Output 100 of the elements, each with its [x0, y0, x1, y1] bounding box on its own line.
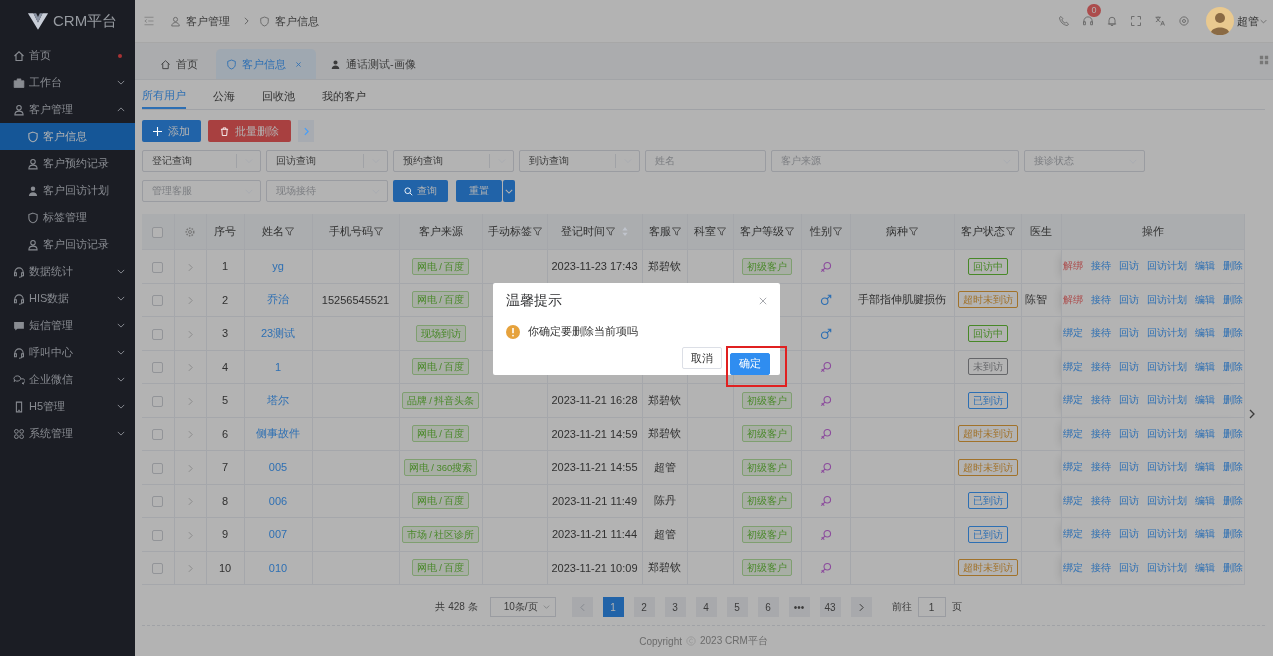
expand-icon[interactable]: [187, 497, 193, 507]
toolbar-button[interactable]: 添加: [142, 120, 201, 142]
filter-icon[interactable]: [717, 227, 726, 236]
checkbox[interactable]: [152, 261, 164, 273]
expand-icon[interactable]: [187, 363, 193, 373]
sidebar-item[interactable]: 首页: [0, 42, 135, 69]
action-link[interactable]: 绑定: [1062, 461, 1083, 475]
action-link[interactable]: 回访计划: [1146, 394, 1187, 408]
checkbox[interactable]: [152, 496, 164, 508]
action-link[interactable]: 删除: [1222, 327, 1243, 341]
sidebar-item[interactable]: 标签管理: [0, 204, 135, 231]
avatar[interactable]: [1206, 7, 1234, 35]
checkbox[interactable]: [152, 529, 164, 541]
select-field[interactable]: 到访查询: [519, 150, 640, 172]
action-link[interactable]: 接待: [1090, 528, 1111, 542]
expand-icon[interactable]: [187, 430, 193, 440]
action-link[interactable]: 回访: [1118, 461, 1139, 475]
action-link[interactable]: 绑定: [1062, 494, 1083, 508]
sidebar-item[interactable]: 呼叫中心: [0, 339, 135, 366]
page-tab[interactable]: 客户信息: [216, 49, 316, 79]
page-tab[interactable]: 首页: [150, 49, 212, 79]
action-link[interactable]: 绑定: [1062, 561, 1083, 575]
action-link[interactable]: 编辑: [1194, 494, 1215, 508]
action-link[interactable]: 删除: [1222, 360, 1243, 374]
headset-icon[interactable]: [1082, 15, 1094, 27]
action-link[interactable]: 删除: [1222, 293, 1243, 307]
action-link[interactable]: 接待: [1090, 494, 1111, 508]
checkbox[interactable]: [152, 563, 164, 575]
filter-button[interactable]: 重置: [456, 180, 502, 202]
action-link[interactable]: 编辑: [1194, 394, 1215, 408]
checkbox[interactable]: [152, 328, 164, 340]
collapse-button[interactable]: [503, 180, 515, 202]
action-link[interactable]: 接待: [1090, 327, 1111, 341]
action-link[interactable]: 绑定: [1062, 360, 1083, 374]
action-link[interactable]: 删除: [1222, 461, 1243, 475]
page-button[interactable]: •••: [788, 597, 810, 617]
action-link[interactable]: 编辑: [1194, 260, 1215, 274]
action-link[interactable]: 编辑: [1194, 427, 1215, 441]
customer-name-link[interactable]: 乔治: [267, 293, 289, 306]
filter-icon[interactable]: [785, 227, 794, 236]
action-link[interactable]: 编辑: [1194, 461, 1215, 475]
action-link[interactable]: 接待: [1090, 461, 1111, 475]
action-link[interactable]: 回访: [1118, 494, 1139, 508]
subtab[interactable]: 回收池: [262, 84, 308, 109]
expand-icon[interactable]: [187, 396, 193, 406]
action-link[interactable]: 编辑: [1194, 327, 1215, 341]
sidebar-item[interactable]: 数据统计: [0, 258, 135, 285]
action-link[interactable]: 回访: [1118, 327, 1139, 341]
action-link[interactable]: 删除: [1222, 528, 1243, 542]
filter-icon[interactable]: [909, 227, 918, 236]
customer-name-link[interactable]: 005: [268, 461, 288, 474]
page-button[interactable]: 4: [695, 597, 717, 617]
action-link[interactable]: 删除: [1222, 260, 1243, 274]
expand-icon[interactable]: [187, 329, 193, 339]
action-link[interactable]: 删除: [1222, 427, 1243, 441]
select-field[interactable]: 预约查询: [393, 150, 514, 172]
action-link[interactable]: 删除: [1222, 394, 1243, 408]
sidebar-item[interactable]: 客户回访记录: [0, 231, 135, 258]
action-link[interactable]: 回访计划: [1146, 494, 1187, 508]
filter-icon[interactable]: [832, 227, 842, 236]
cancel-button[interactable]: 取消: [682, 347, 722, 369]
page-input[interactable]: 1: [917, 597, 946, 617]
action-link[interactable]: 回访: [1118, 260, 1139, 274]
settings-icon[interactable]: [1178, 15, 1190, 27]
page-button[interactable]: 5: [726, 597, 748, 617]
checkbox[interactable]: [152, 295, 164, 307]
action-link[interactable]: 接待: [1090, 561, 1111, 575]
filter-icon[interactable]: [671, 227, 681, 236]
page-button[interactable]: 2: [633, 597, 655, 617]
page-button[interactable]: 6: [757, 597, 779, 617]
customer-name-link[interactable]: 1: [274, 360, 282, 373]
action-link[interactable]: 回访: [1118, 360, 1139, 374]
action-link[interactable]: 编辑: [1194, 561, 1215, 575]
action-link[interactable]: 编辑: [1194, 360, 1215, 374]
subtab[interactable]: 所有用户: [142, 84, 186, 109]
filter-icon[interactable]: [373, 227, 383, 236]
caret-icon[interactable]: [1260, 18, 1267, 24]
action-link[interactable]: 接待: [1090, 293, 1111, 307]
page-button[interactable]: 3: [664, 597, 686, 617]
user-name[interactable]: 超管: [1237, 13, 1259, 29]
checkbox[interactable]: [152, 226, 164, 238]
customer-name-link[interactable]: 塔尔: [267, 393, 289, 406]
checkbox[interactable]: [152, 362, 164, 374]
action-link[interactable]: 接待: [1090, 360, 1111, 374]
confirm-button[interactable]: 确定: [730, 352, 770, 375]
page-button[interactable]: 43: [819, 597, 841, 617]
page-button[interactable]: 1: [602, 597, 624, 617]
sidebar-item[interactable]: 工作台: [0, 69, 135, 96]
sidebar-item[interactable]: 客户预约记录: [0, 150, 135, 177]
action-link[interactable]: 回访: [1118, 427, 1139, 441]
sidebar-item[interactable]: 系统管理: [0, 420, 135, 447]
action-link[interactable]: 解绑: [1062, 293, 1083, 307]
customer-name-link[interactable]: 006: [268, 494, 288, 507]
sidebar-item[interactable]: 客户信息: [0, 123, 135, 150]
settings-icon[interactable]: [184, 226, 196, 239]
page-tab[interactable]: 通话测试-画像: [320, 49, 430, 79]
customer-name-link[interactable]: 侧事故件: [256, 427, 300, 440]
customer-name-link[interactable]: 007: [268, 528, 288, 541]
breadcrumb-link[interactable]: 客户管理: [186, 13, 230, 29]
sidebar-item[interactable]: 企业微信: [0, 366, 135, 393]
